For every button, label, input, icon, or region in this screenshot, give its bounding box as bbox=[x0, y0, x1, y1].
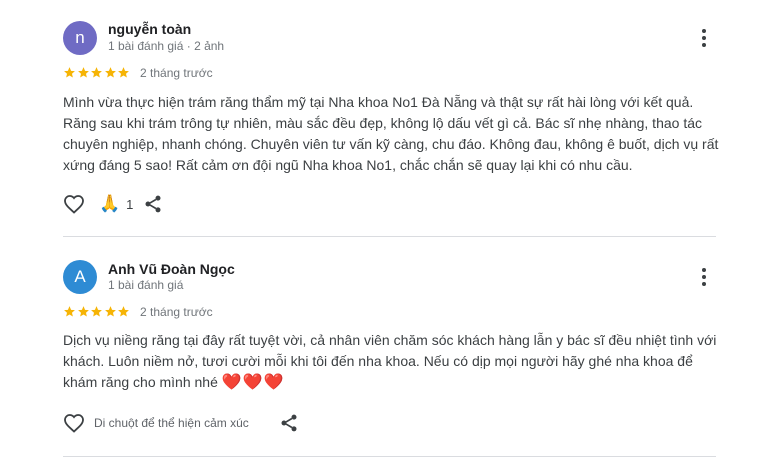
reviewer-name[interactable]: nguyễn toàn bbox=[108, 21, 191, 37]
reaction-hint: Di chuột để thể hiện cảm xúc bbox=[94, 416, 249, 430]
pray-emoji-icon: 🙏 bbox=[99, 194, 121, 213]
review-text-block: Dịch vụ niềng răng tại đây rất tuyệt vời… bbox=[63, 330, 723, 393]
star-rating bbox=[63, 66, 131, 79]
divider bbox=[63, 236, 716, 237]
more-options-button[interactable] bbox=[692, 26, 716, 50]
more-options-button[interactable] bbox=[692, 265, 716, 289]
star-icon bbox=[77, 306, 89, 317]
star-rating bbox=[63, 305, 131, 318]
like-heart-icon[interactable] bbox=[62, 411, 86, 435]
star-icon bbox=[104, 67, 116, 78]
star-icon bbox=[91, 67, 102, 78]
star-icon bbox=[91, 306, 102, 317]
heart-emojis: ❤️❤️❤️ bbox=[221, 374, 285, 391]
avatar[interactable]: A bbox=[63, 260, 97, 294]
review-time: 2 tháng trước bbox=[140, 305, 213, 319]
divider bbox=[63, 456, 716, 457]
review-text: Dịch vụ niềng răng tại đây rất tuyệt vời… bbox=[63, 332, 717, 390]
star-icon bbox=[118, 67, 129, 78]
reviewer-meta: 1 bài đánh giá bbox=[108, 278, 184, 292]
star-icon bbox=[104, 306, 116, 317]
star-icon bbox=[77, 67, 89, 78]
review-time: 2 tháng trước bbox=[140, 66, 213, 80]
avatar[interactable]: n bbox=[63, 21, 97, 55]
star-icon bbox=[64, 67, 75, 78]
reaction-count: 1 bbox=[126, 196, 134, 212]
review-text: Mình vừa thực hiện trám răng thẩm mỹ tại… bbox=[63, 94, 719, 173]
reviewer-name[interactable]: Anh Vũ Đoàn Ngọc bbox=[108, 261, 235, 277]
like-heart-icon[interactable] bbox=[62, 192, 86, 216]
star-icon bbox=[118, 306, 129, 317]
reviewer-meta: 1 bài đánh giá · 2 ảnh bbox=[108, 39, 225, 53]
reaction-summary[interactable]: 🙏 1 bbox=[99, 194, 133, 214]
share-icon[interactable] bbox=[279, 413, 299, 433]
star-icon bbox=[64, 306, 75, 317]
share-icon[interactable] bbox=[143, 194, 163, 214]
